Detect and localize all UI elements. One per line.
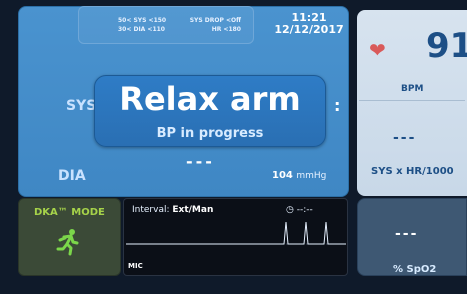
clock: 11:21 12/12/2017 [269,12,349,36]
dia-label: DIA [58,168,86,184]
pulse-value: 104 [272,170,293,181]
pulse-unit: mmHg [296,171,327,181]
running-person-icon [56,229,79,256]
relax-arm-message: Relax arm BP in progress [94,75,326,147]
heart-icon: ❤ [369,38,386,62]
sys-drop-text: SYS DROP <Off [189,17,241,24]
sys-label: SYS [66,98,97,114]
shock-index-label: SYS x HR/1000 [371,166,454,177]
date-text: 12/12/2017 [274,23,344,36]
alarm-limits-box[interactable]: 50< SYS <150 30< DIA <110 SYS DROP <Off … [78,6,254,44]
ecg-waveform [126,221,346,245]
dka-mode-title: DKA™ MODE [34,207,105,218]
spo2-value: --- [395,226,419,242]
shock-index-value: --- [393,130,417,146]
bpm-label: BPM [401,84,424,94]
ecg-lead-label: MIC [128,262,143,270]
hr-value: 91 [426,26,467,66]
message-title: Relax arm [119,80,301,118]
sys-dia-separator: : [334,96,341,115]
spo2-label: % SpO2 [393,264,437,275]
hr-limit-text: HR <180 [211,26,241,33]
dia-limit-text: 30< DIA <110 [118,26,165,33]
sys-limit-text: 50< SYS <150 [118,17,167,24]
map-value: --- [186,152,215,171]
hr-divider [359,100,465,101]
message-subtitle: BP in progress [156,126,264,141]
pulse-readout: 104 mmHg [272,170,326,181]
